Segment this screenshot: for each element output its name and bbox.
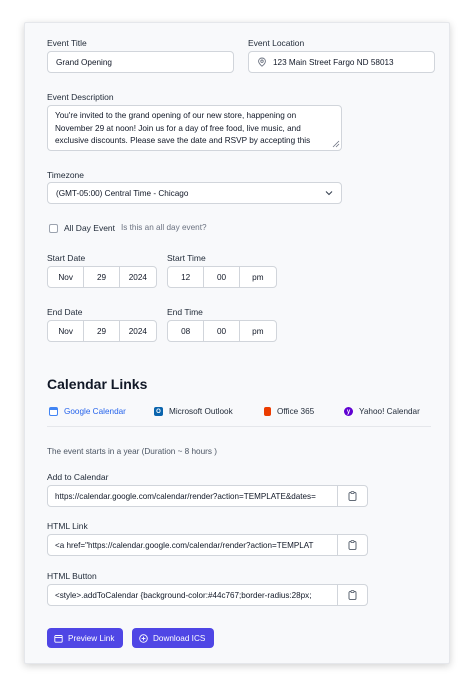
event-description-textarea[interactable]: You're invited to the grand opening of o… xyxy=(47,105,342,151)
event-description-value: You're invited to the grand opening of o… xyxy=(55,111,311,150)
preview-link-label: Preview Link xyxy=(68,633,115,643)
event-title-value: Grand Opening xyxy=(56,57,112,67)
start-day-field[interactable]: 29 xyxy=(84,267,120,287)
start-year-field[interactable]: 2024 xyxy=(120,267,156,287)
start-ampm-field[interactable]: pm xyxy=(240,267,276,287)
html-button-label: HTML Button xyxy=(47,571,97,581)
start-month-field[interactable]: Nov xyxy=(48,267,85,287)
tab-google-calendar[interactable]: Google Calendar xyxy=(49,407,126,416)
add-to-calendar-field[interactable]: https://calendar.google.com/calendar/ren… xyxy=(47,485,368,507)
start-date-label: Start Date xyxy=(47,253,86,263)
event-title-label: Event Title xyxy=(47,38,87,48)
start-time-label: Start Time xyxy=(167,253,206,263)
tabs-divider xyxy=(47,426,431,427)
calendar-icon xyxy=(54,634,63,643)
resize-handle-icon[interactable] xyxy=(332,140,340,148)
tab-yahoo-calendar[interactable]: y Yahoo! Calendar xyxy=(344,407,420,416)
outlook-icon: O xyxy=(154,407,163,416)
google-calendar-icon xyxy=(49,407,58,416)
event-summary-text: The event starts in a year (Duration ~ 8… xyxy=(47,447,217,456)
all-day-hint: Is this an all day event? xyxy=(121,223,207,232)
event-title-input[interactable]: Grand Opening xyxy=(47,51,234,73)
event-location-input[interactable]: 123 Main Street Fargo ND 58013 xyxy=(248,51,435,73)
timezone-value: (GMT-05:00) Central Time - Chicago xyxy=(56,188,189,198)
start-minute-field[interactable]: 00 xyxy=(204,267,240,287)
location-pin-icon xyxy=(258,57,266,67)
timezone-select[interactable]: (GMT-05:00) Central Time - Chicago xyxy=(47,182,342,204)
tab-google-calendar-label: Google Calendar xyxy=(64,407,126,416)
end-date-label: End Date xyxy=(47,307,83,317)
end-time-label: End Time xyxy=(167,307,203,317)
all-day-label: All Day Event xyxy=(64,223,116,233)
end-day-field[interactable]: 29 xyxy=(84,321,120,341)
download-ics-label: Download ICS xyxy=(153,633,206,643)
end-date-picker: Nov 29 2024 xyxy=(47,320,157,342)
tab-office-365[interactable]: Office 365 xyxy=(264,407,314,416)
download-ics-button[interactable]: Download ICS xyxy=(132,628,214,648)
office365-icon xyxy=(264,407,271,416)
end-ampm-field[interactable]: pm xyxy=(240,321,276,341)
event-location-value: 123 Main Street Fargo ND 58013 xyxy=(273,57,394,67)
end-year-field[interactable]: 2024 xyxy=(120,321,156,341)
end-minute-field[interactable]: 00 xyxy=(204,321,240,341)
yahoo-icon: y xyxy=(344,407,353,416)
clipboard-icon xyxy=(348,491,357,501)
tab-office-365-label: Office 365 xyxy=(277,407,315,416)
html-button-value: <style>.addToCalendar {background-color:… xyxy=(55,590,312,600)
end-month-field[interactable]: Nov xyxy=(48,321,85,341)
preview-link-button[interactable]: Preview Link xyxy=(47,628,123,648)
clipboard-icon xyxy=(348,590,357,600)
timezone-label: Timezone xyxy=(47,170,85,180)
plus-circle-icon xyxy=(139,633,148,643)
copy-add-to-calendar-button[interactable] xyxy=(337,486,367,506)
event-description-label: Event Description xyxy=(47,92,114,102)
copy-html-link-button[interactable] xyxy=(337,535,367,555)
add-to-calendar-label: Add to Calendar xyxy=(47,472,109,482)
start-time-picker: 12 00 pm xyxy=(167,266,277,288)
chevron-down-icon xyxy=(325,191,333,196)
end-time-picker: 08 00 pm xyxy=(167,320,277,342)
tab-microsoft-outlook[interactable]: O Microsoft Outlook xyxy=(154,407,233,416)
event-form-card: Event Title Grand Opening Event Location… xyxy=(24,22,450,664)
tab-yahoo-calendar-label: Yahoo! Calendar xyxy=(359,407,420,416)
start-date-picker: Nov 29 2024 xyxy=(47,266,157,288)
html-button-field[interactable]: <style>.addToCalendar {background-color:… xyxy=(47,584,368,606)
all-day-checkbox[interactable] xyxy=(49,224,58,233)
html-link-field[interactable]: <a href="https://calendar.google.com/cal… xyxy=(47,534,368,556)
clipboard-icon xyxy=(348,540,357,550)
calendar-links-heading: Calendar Links xyxy=(47,376,148,392)
copy-html-button-button[interactable] xyxy=(337,585,367,605)
tab-microsoft-outlook-label: Microsoft Outlook xyxy=(169,407,233,416)
html-link-label: HTML Link xyxy=(47,521,88,531)
event-location-label: Event Location xyxy=(248,38,305,48)
html-link-value: <a href="https://calendar.google.com/cal… xyxy=(55,540,314,550)
start-hour-field[interactable]: 12 xyxy=(168,267,205,287)
add-to-calendar-value: https://calendar.google.com/calendar/ren… xyxy=(55,491,316,501)
end-hour-field[interactable]: 08 xyxy=(168,321,205,341)
